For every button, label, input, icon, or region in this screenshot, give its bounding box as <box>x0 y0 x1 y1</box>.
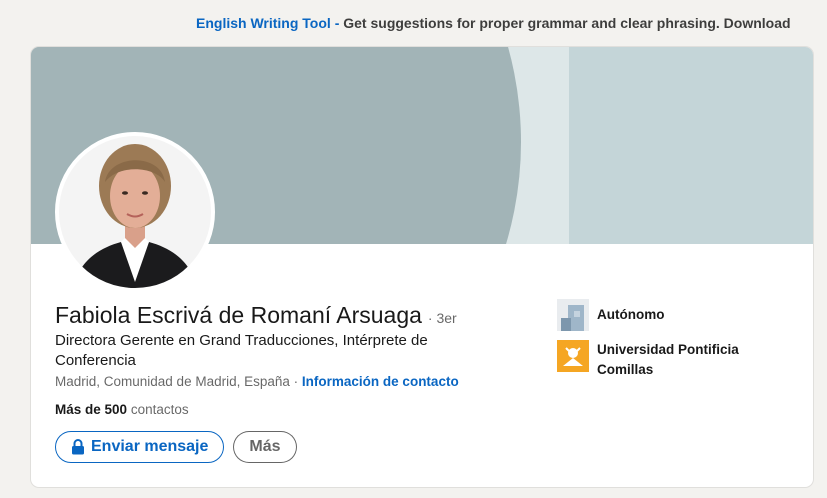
contact-info-link[interactable]: Información de contacto <box>302 374 459 389</box>
ad-banner[interactable]: English Writing Tool - Get suggestions f… <box>0 0 827 46</box>
send-message-label: Enviar mensaje <box>91 438 209 455</box>
current-position-label: Autónomo <box>597 307 665 322</box>
profile-headline: Directora Gerente en Grand Traducciones,… <box>55 332 428 369</box>
ad-text: Get suggestions for proper grammar and c… <box>343 15 791 31</box>
separator-dot: · <box>293 374 299 389</box>
ad-link[interactable]: English Writing Tool - <box>196 15 339 31</box>
profile-photo-image <box>59 136 211 288</box>
education-label: Universidad Pontificia Comillas <box>597 342 739 377</box>
profile-card: Fabiola Escrivá de Romaní Arsuaga · 3er … <box>31 47 813 487</box>
profile-photo[interactable] <box>55 132 215 292</box>
location-row: Madrid, Comunidad de Madrid, España · In… <box>55 374 459 389</box>
profile-location: Madrid, Comunidad de Madrid, España <box>55 374 290 389</box>
profile-actions: Enviar mensaje Más <box>55 431 297 463</box>
university-logo-icon <box>557 340 589 372</box>
more-button[interactable]: Más <box>233 431 297 463</box>
profile-name-row: Fabiola Escrivá de Romaní Arsuaga · 3er <box>55 302 457 329</box>
company-logo-icon <box>557 299 589 331</box>
connections-count[interactable]: Más de 500 contactos <box>55 402 189 417</box>
more-label: Más <box>249 438 281 455</box>
profile-name: Fabiola Escrivá de Romaní Arsuaga <box>55 302 422 328</box>
connection-degree: · 3er <box>427 310 457 326</box>
send-message-button[interactable]: Enviar mensaje <box>55 431 225 463</box>
connections-label: contactos <box>130 402 189 417</box>
lock-icon <box>72 439 84 455</box>
connections-number: Más de 500 <box>55 402 128 417</box>
education-item[interactable]: Universidad Pontificia Comillas <box>557 340 797 380</box>
current-position-item[interactable]: Autónomo <box>557 299 797 331</box>
